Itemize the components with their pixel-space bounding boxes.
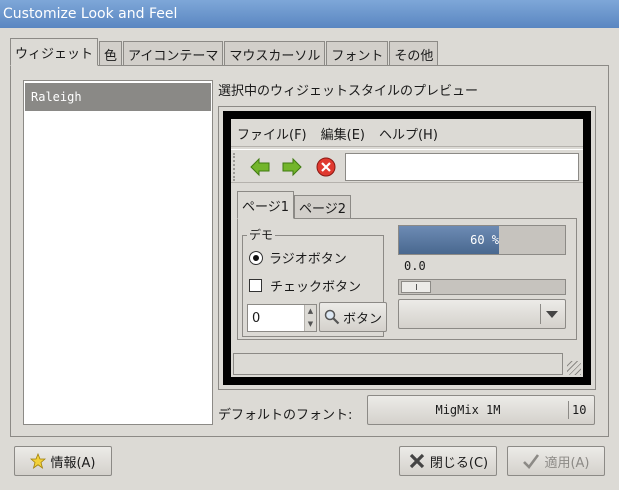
close-button[interactable]: 閉じる(C) (399, 446, 497, 476)
about-button-label: 情報(A) (50, 455, 96, 471)
apply-button-label: 適用(A) (544, 455, 590, 471)
tab-bar: ウィジェット 色 アイコンテーマ マウスカーソル フォント その他 (10, 38, 439, 66)
demo-frame: デモ ラジオボタン チェックボタン 0 ▲ ▼ ボタン (242, 226, 387, 337)
check-button[interactable]: チェックボタン (249, 276, 361, 295)
close-button-label: 閉じる(C) (429, 455, 489, 471)
tab-page2[interactable]: ページ2 (294, 195, 352, 219)
tab-other[interactable]: その他 (389, 41, 439, 66)
preview-notebook-tabs: ページ1 ページ2 (237, 191, 352, 219)
preview-border: ファイル(F) 編集(E) ヘルプ(H) ページ1 ページ2 デモ ラジオボタン… (223, 111, 591, 385)
checkmark-icon (523, 454, 540, 469)
stop-icon[interactable] (315, 156, 337, 178)
radio-indicator (249, 250, 263, 265)
preview-label: 選択中のウィジェットスタイルのプレビュー (218, 84, 479, 99)
tab-page1[interactable]: ページ1 (237, 191, 295, 219)
about-button[interactable]: 情報(A) (14, 446, 112, 476)
font-size: 10 (572, 403, 587, 417)
spin-button[interactable]: 0 ▲ ▼ (247, 304, 317, 332)
menu-edit[interactable]: 編集(E) (321, 124, 365, 143)
tab-font[interactable]: フォント (326, 41, 389, 66)
star-icon (30, 453, 47, 469)
checkbox-indicator (249, 279, 262, 292)
status-field (233, 353, 563, 375)
scale-slider[interactable] (398, 279, 566, 295)
preview-window: ファイル(F) 編集(E) ヘルプ(H) ページ1 ページ2 デモ ラジオボタン… (231, 119, 583, 377)
find-button[interactable]: ボタン (319, 302, 387, 332)
back-arrow-icon[interactable] (249, 156, 271, 178)
tab-icon-theme[interactable]: アイコンテーマ (123, 41, 224, 66)
scale-value: 0.0 (404, 259, 426, 273)
demo-frame-label: デモ (247, 226, 276, 243)
theme-item-raleigh[interactable]: Raleigh (25, 83, 211, 111)
default-font-label: デフォルトのフォント: (218, 408, 353, 423)
tab-color[interactable]: 色 (99, 41, 123, 66)
tab-widget[interactable]: ウィジェット (10, 38, 99, 66)
menu-help[interactable]: ヘルプ(H) (379, 124, 438, 143)
spin-value: 0 (252, 310, 261, 326)
close-icon (409, 453, 425, 469)
preview-toolbar (231, 149, 583, 183)
font-button[interactable]: MigMix 1M 10 (367, 395, 595, 425)
resize-grip[interactable] (567, 361, 581, 375)
menu-file[interactable]: ファイル(F) (237, 124, 307, 143)
chevron-down-icon (546, 311, 558, 318)
radio-button[interactable]: ラジオボタン (249, 248, 347, 267)
progress-bar: 60 % (398, 225, 566, 255)
check-label: チェックボタン (270, 280, 362, 295)
preview-entry[interactable] (345, 153, 579, 181)
font-separator (568, 401, 569, 419)
find-button-label: ボタン (342, 311, 382, 327)
tab-mouse-cursor[interactable]: マウスカーソル (224, 41, 326, 66)
theme-list[interactable]: Raleigh (23, 80, 213, 425)
dialog-body: ウィジェット 色 アイコンテーマ マウスカーソル フォント その他 Raleig… (0, 28, 619, 490)
search-icon (324, 309, 340, 325)
toolbar-grip[interactable] (233, 153, 239, 181)
radio-label: ラジオボタン (269, 252, 347, 267)
spin-arrows[interactable]: ▲ ▼ (304, 305, 316, 331)
preview-menubar: ファイル(F) 編集(E) ヘルプ(H) (231, 121, 583, 147)
scale-handle[interactable] (401, 281, 431, 293)
apply-button[interactable]: 適用(A) (507, 446, 605, 476)
window-title: Customize Look and Feel (0, 0, 619, 28)
combo-box[interactable] (398, 299, 566, 329)
combo-separator (540, 304, 541, 324)
preview-notebook-panel: デモ ラジオボタン チェックボタン 0 ▲ ▼ ボタン 60 % 0.0 (237, 218, 577, 340)
forward-arrow-icon[interactable] (281, 156, 303, 178)
tab-panel: Raleigh 選択中のウィジェットスタイルのプレビュー ファイル(F) 編集(… (10, 65, 609, 437)
progress-text: 60 % (470, 233, 499, 247)
preview-frame: ファイル(F) 編集(E) ヘルプ(H) ページ1 ページ2 デモ ラジオボタン… (218, 106, 596, 390)
font-name: MigMix 1M (435, 403, 501, 417)
preview-statusbar (231, 351, 583, 377)
